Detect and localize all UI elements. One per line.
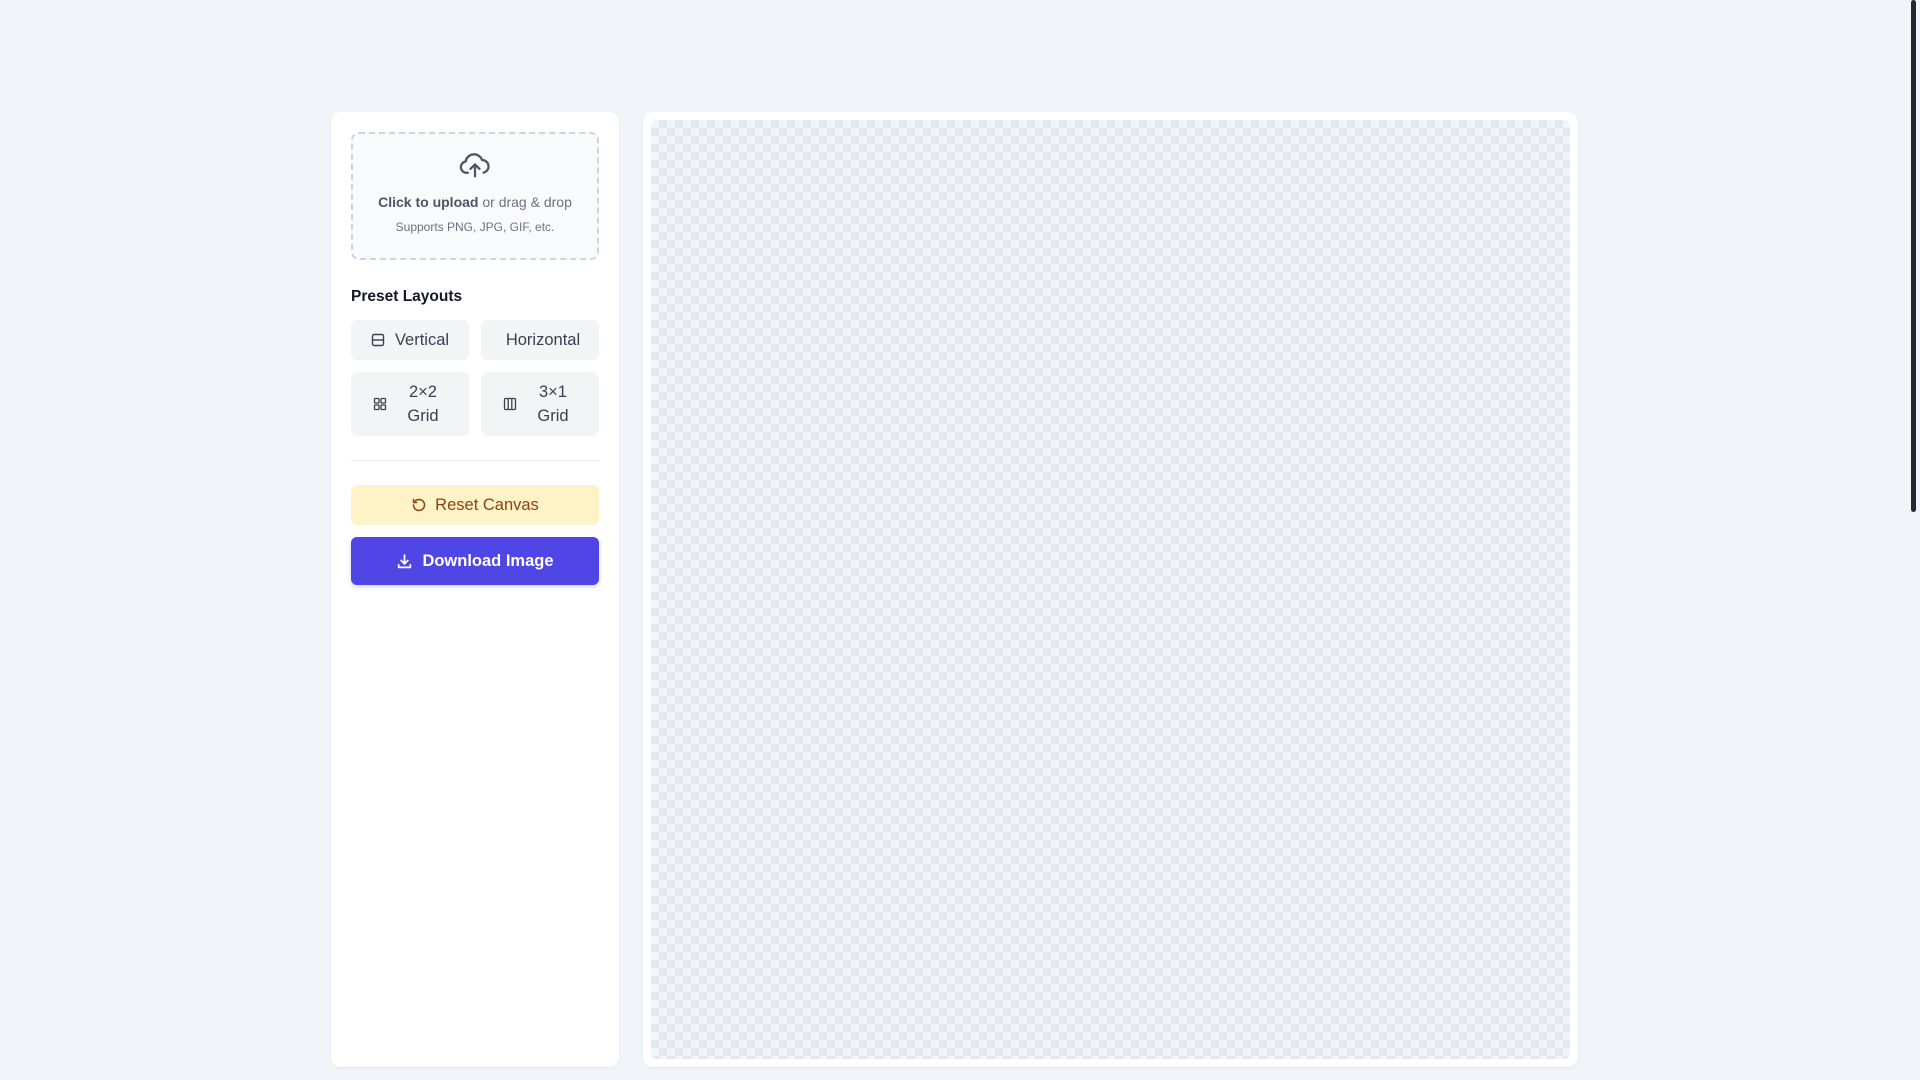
page-scrollbar[interactable] [1908, 0, 1920, 1080]
upload-instruction: Click to upload or drag & drop [378, 194, 572, 210]
control-sidebar: Click to upload or drag & drop Supports … [331, 112, 619, 1067]
preset-horizontal-button[interactable]: Horizontal [481, 320, 599, 360]
sidebar-divider [351, 460, 599, 461]
preset-2x2-grid-button[interactable]: 2×2 Grid [351, 372, 469, 436]
rows-icon [371, 333, 385, 347]
upload-dropzone[interactable]: Click to upload or drag & drop Supports … [351, 132, 599, 260]
upload-cta-bold: Click to upload [378, 194, 479, 210]
reset-canvas-label: Reset Canvas [435, 495, 539, 514]
preset-3x1-grid-label: 3×1 Grid [537, 383, 569, 425]
scrollbar-thumb[interactable] [1911, 0, 1916, 512]
preset-3x1-grid-button[interactable]: 3×1 Grid [481, 372, 599, 436]
cloud-upload-icon [459, 153, 490, 178]
preset-horizontal-label: Horizontal [505, 330, 581, 349]
download-image-label: Download Image [422, 551, 554, 570]
download-image-button[interactable]: Download Image [351, 537, 599, 585]
app-page: Click to upload or drag & drop Supports … [0, 0, 1920, 1080]
preset-vertical-label: Vertical [394, 330, 450, 349]
preset-layouts-grid: Vertical Horizontal 2×2 Grid 3×1 Grid [351, 320, 599, 436]
preset-2x2-grid-label: 2×2 Grid [407, 383, 439, 425]
reset-icon [412, 498, 426, 512]
preset-vertical-button[interactable]: Vertical [351, 320, 469, 360]
download-icon [398, 553, 412, 568]
three-columns-icon [503, 397, 517, 411]
reset-canvas-button[interactable]: Reset Canvas [351, 485, 599, 525]
canvas-panel [643, 112, 1578, 1067]
preset-layouts-heading: Preset Layouts [351, 288, 463, 305]
grid-icon [373, 397, 387, 411]
image-canvas[interactable] [651, 120, 1570, 1059]
upload-cta-rest: or drag & drop [478, 194, 572, 210]
upload-format-hint: Supports PNG, JPG, GIF, etc. [395, 220, 555, 234]
